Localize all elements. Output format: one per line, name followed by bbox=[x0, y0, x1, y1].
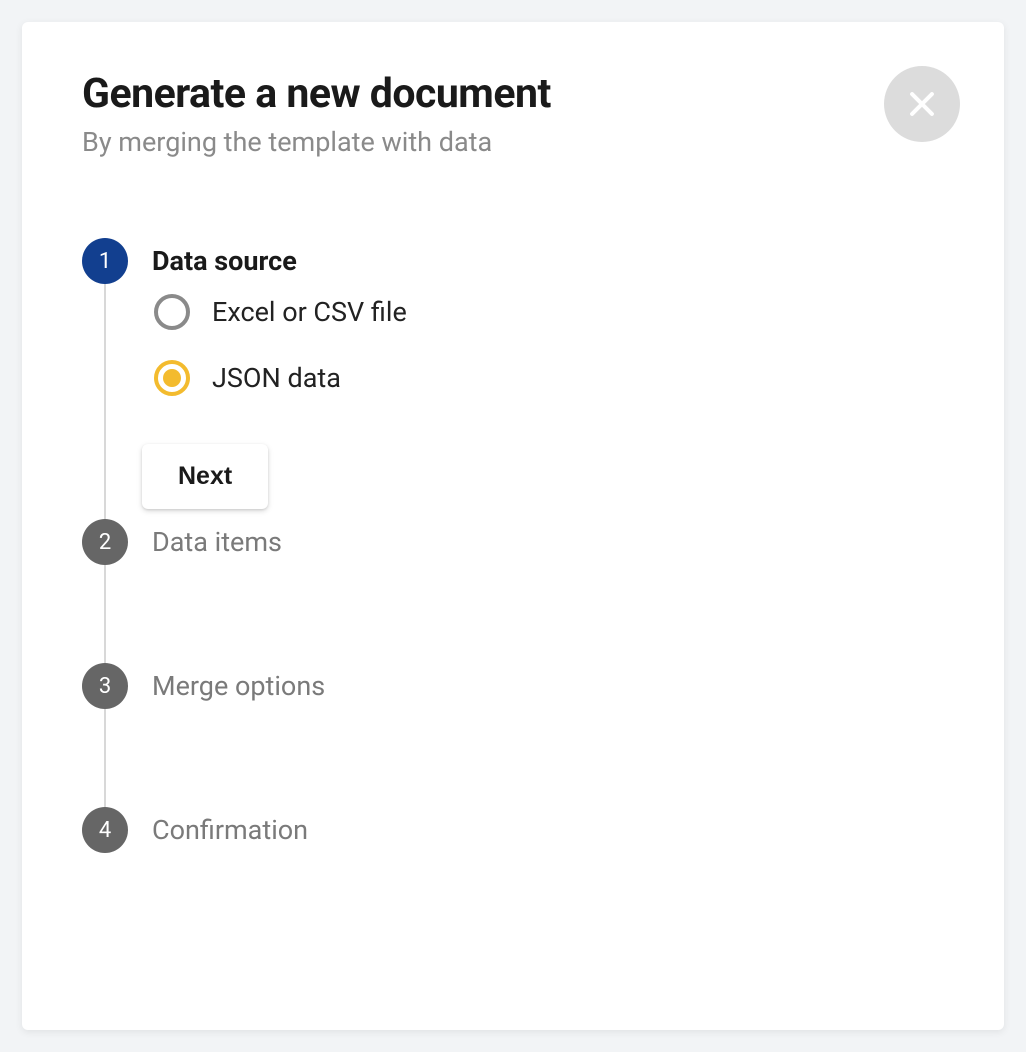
stepper: 1 Data source Excel or CSV file bbox=[82, 238, 944, 853]
step-number: 3 bbox=[99, 674, 111, 699]
radio-label: JSON data bbox=[212, 362, 341, 394]
dialog-title: Generate a new document bbox=[82, 70, 944, 118]
step-number-badge: 2 bbox=[82, 519, 128, 565]
step-number: 1 bbox=[99, 249, 111, 274]
step-merge-options[interactable]: 3 Merge options bbox=[82, 663, 944, 709]
radio-option-excel-csv[interactable]: Excel or CSV file bbox=[154, 294, 407, 330]
dialog-subtitle: By merging the template with data bbox=[82, 126, 944, 158]
data-source-radio-group: Excel or CSV file JSON data bbox=[154, 294, 407, 396]
step-content-wrapper: Excel or CSV file JSON data Next bbox=[82, 284, 944, 519]
radio-label: Excel or CSV file bbox=[212, 296, 407, 328]
step-data-source: 1 Data source bbox=[82, 238, 944, 284]
step-number: 2 bbox=[99, 530, 111, 555]
radio-icon bbox=[154, 360, 190, 396]
step-number-badge: 1 bbox=[82, 238, 128, 284]
close-icon bbox=[905, 87, 939, 121]
close-button[interactable] bbox=[884, 66, 960, 142]
step-number-badge: 4 bbox=[82, 807, 128, 853]
step-data-items[interactable]: 2 Data items bbox=[82, 519, 944, 565]
step-connector bbox=[104, 565, 106, 663]
radio-icon bbox=[154, 294, 190, 330]
step-content: Excel or CSV file JSON data Next bbox=[106, 284, 407, 519]
step-label: Data source bbox=[152, 238, 297, 284]
step-connector bbox=[104, 709, 106, 807]
step-label: Confirmation bbox=[152, 807, 308, 853]
step-number: 4 bbox=[99, 818, 111, 843]
step-number-badge: 3 bbox=[82, 663, 128, 709]
step-label: Data items bbox=[152, 519, 282, 565]
step-confirmation[interactable]: 4 Confirmation bbox=[82, 807, 944, 853]
next-button[interactable]: Next bbox=[142, 444, 268, 509]
radio-option-json[interactable]: JSON data bbox=[154, 360, 407, 396]
step-label: Merge options bbox=[152, 663, 325, 709]
generate-document-dialog: Generate a new document By merging the t… bbox=[22, 22, 1004, 1030]
